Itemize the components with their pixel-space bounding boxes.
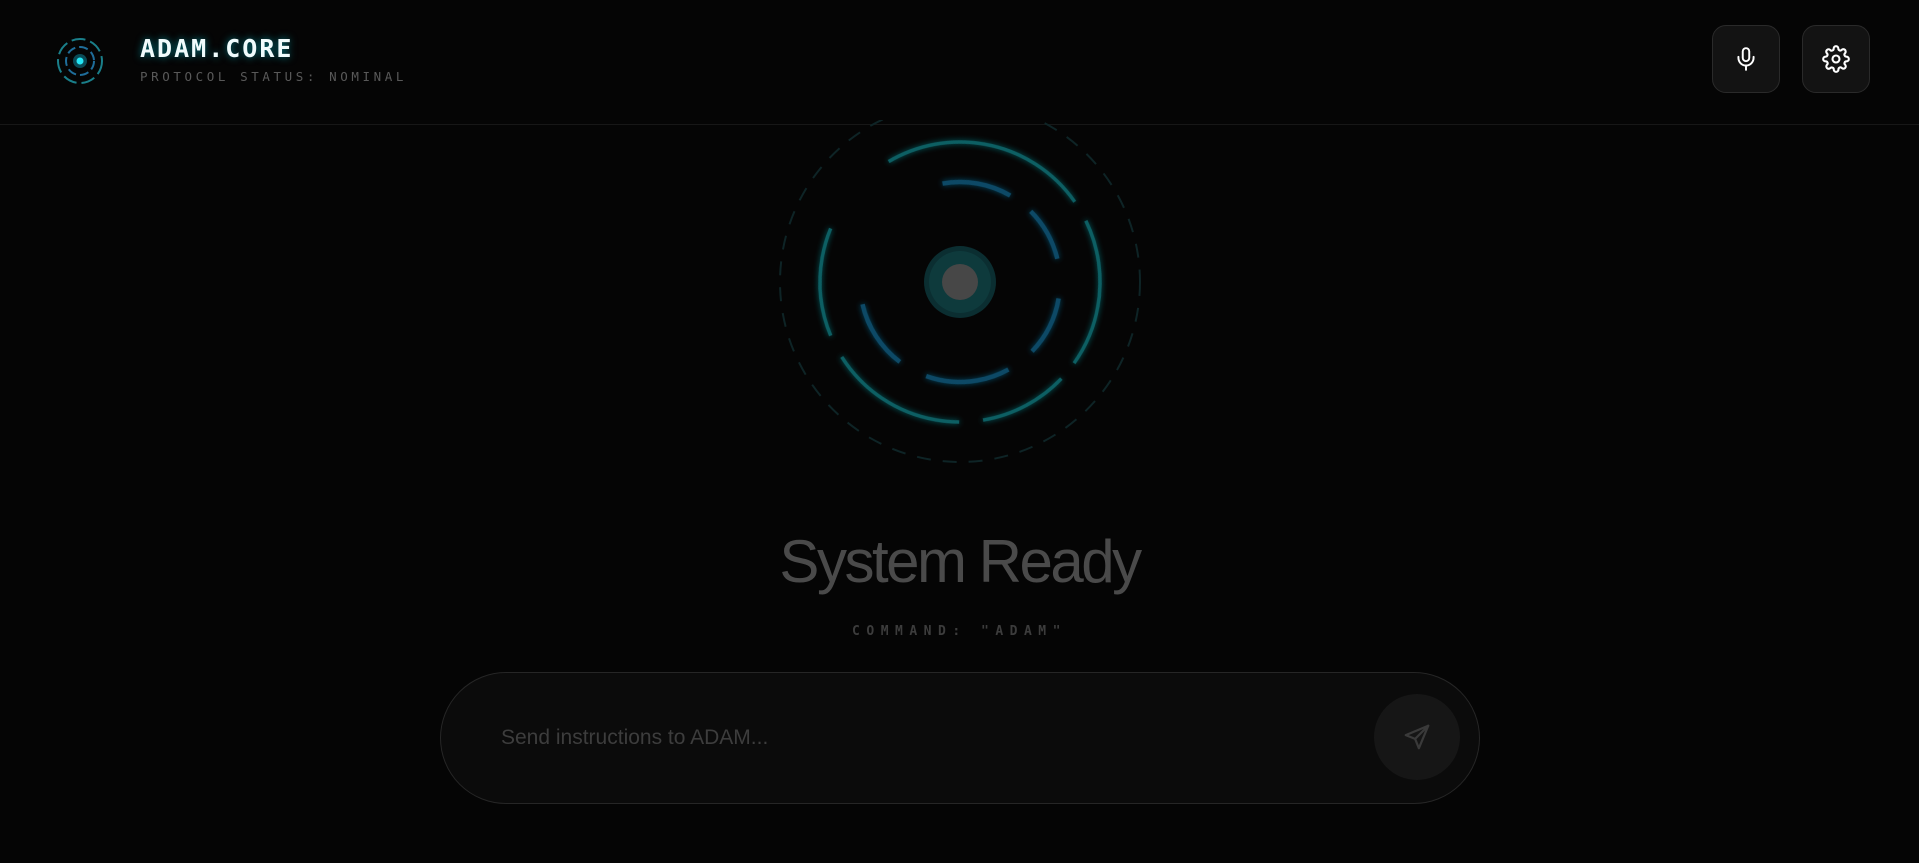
command-input[interactable]	[501, 711, 1301, 765]
send-icon	[1404, 724, 1430, 750]
mic-button[interactable]	[1712, 25, 1780, 93]
app-window: ADAM.CORE PROTOCOL STATUS: NOMINAL Syste…	[0, 0, 1919, 863]
app-title: ADAM.CORE	[140, 34, 294, 63]
reactor-core-icon	[779, 120, 1141, 463]
protocol-status: PROTOCOL STATUS: NOMINAL	[140, 69, 408, 84]
core-center	[942, 264, 978, 300]
microphone-icon	[1737, 47, 1755, 71]
status-command-hint: COMMAND: "ADAM"	[852, 624, 1067, 639]
command-bar	[440, 672, 1480, 804]
send-button[interactable]	[1374, 694, 1460, 780]
status-title: System Ready	[779, 528, 1142, 595]
gear-icon	[1822, 45, 1850, 73]
top-bar: ADAM.CORE PROTOCOL STATUS: NOMINAL	[0, 0, 1919, 125]
settings-button[interactable]	[1802, 25, 1870, 93]
ring-logo-icon	[57, 38, 103, 84]
